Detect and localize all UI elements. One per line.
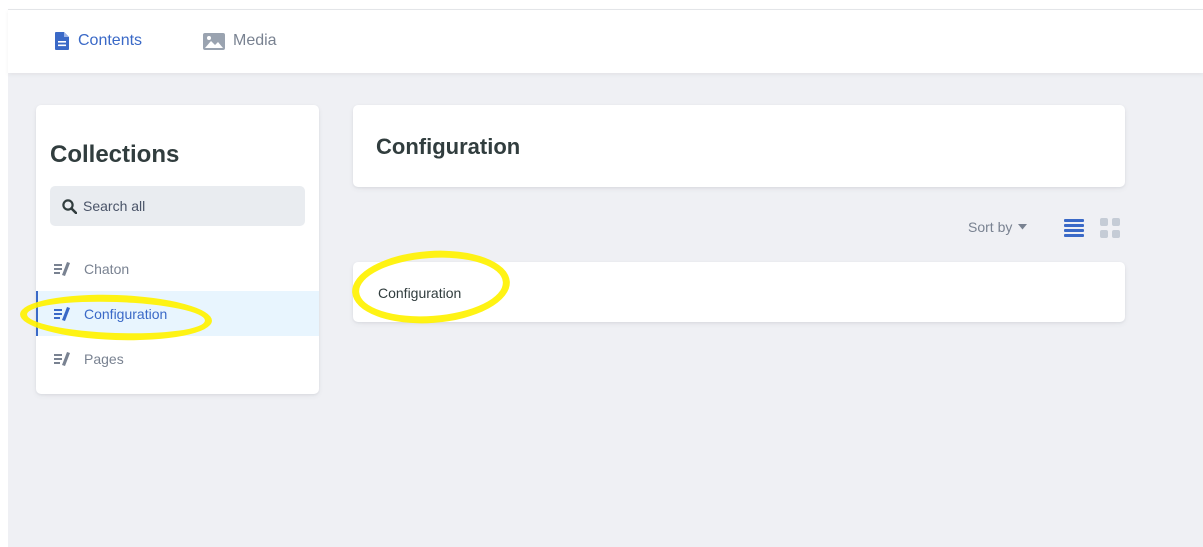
sort-by-dropdown[interactable]: Sort by bbox=[968, 219, 1028, 235]
caret-down-icon bbox=[1018, 224, 1028, 230]
tab-media-label: Media bbox=[233, 32, 277, 49]
sidebar-item-pages[interactable]: Pages bbox=[36, 336, 319, 381]
search-placeholder: Search all bbox=[83, 198, 146, 214]
collections-sidebar: Collections Search all Chaton Configurat… bbox=[36, 105, 319, 394]
list-view-icon[interactable] bbox=[1064, 218, 1084, 237]
sidebar-item-chaton[interactable]: Chaton bbox=[36, 246, 319, 291]
top-nav-bar: Contents Media bbox=[8, 9, 1203, 73]
sidebar-item-configuration[interactable]: Configuration bbox=[36, 291, 319, 336]
page-title: Configuration bbox=[376, 134, 521, 159]
search-icon bbox=[62, 198, 77, 214]
collection-icon bbox=[54, 261, 72, 277]
grid-view-icon[interactable] bbox=[1100, 218, 1120, 238]
sidebar-item-label: Configuration bbox=[84, 305, 168, 322]
collection-icon bbox=[54, 351, 72, 367]
collection-icon bbox=[54, 306, 72, 322]
tab-contents[interactable]: Contents bbox=[54, 32, 142, 50]
image-icon bbox=[203, 32, 225, 50]
tab-media[interactable]: Media bbox=[203, 32, 277, 50]
sidebar-item-label: Chaton bbox=[84, 260, 130, 277]
entry-card[interactable]: Configuration bbox=[353, 262, 1125, 322]
tab-contents-label: Contents bbox=[78, 32, 143, 49]
main-area: Collections Search all Chaton Configurat… bbox=[8, 73, 1203, 547]
sidebar-title: Collections bbox=[50, 141, 180, 168]
collection-header-card: Configuration bbox=[353, 105, 1125, 187]
document-icon bbox=[54, 32, 70, 50]
entry-title: Configuration bbox=[378, 285, 462, 301]
sort-by-label: Sort by bbox=[968, 219, 1013, 235]
search-input[interactable]: Search all bbox=[50, 186, 305, 226]
sidebar-item-label: Pages bbox=[84, 350, 124, 367]
